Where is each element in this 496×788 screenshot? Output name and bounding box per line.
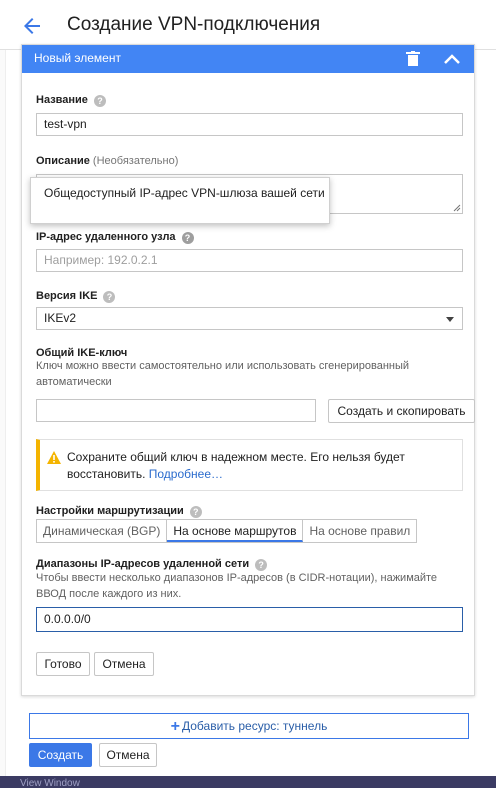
- remote-ranges-input[interactable]: 0.0.0.0/0: [36, 607, 463, 632]
- plus-icon: +: [170, 718, 180, 735]
- routing-label: Настройки маршрутизации?: [36, 505, 202, 518]
- tunnel-panel: Новый элемент Название? test-vpn Описани…: [21, 44, 475, 696]
- help-icon[interactable]: ?: [189, 506, 202, 518]
- add-tunnel-button[interactable]: + Добавить ресурс: туннель: [29, 713, 469, 739]
- top-bar: Создание VPN-подключения: [0, 0, 496, 50]
- ike-version-label: Версия IKE?: [36, 290, 116, 303]
- routing-option-bgp[interactable]: Динамическая (BGP): [37, 520, 168, 542]
- routing-segmented-control: Динамическая (BGP) На основе маршрутов Н…: [36, 519, 418, 543]
- ike-version-select[interactable]: IKEv2: [36, 307, 463, 330]
- generate-copy-button[interactable]: Создать и скопировать: [328, 399, 475, 423]
- remote-ip-input[interactable]: Например: 192.0.2.1: [36, 249, 463, 272]
- warning-icon: [47, 451, 61, 464]
- warning-banner: Сохраните общий ключ в надежном месте. Е…: [36, 439, 463, 491]
- remote-ip-tooltip: Общедоступный IP-адрес VPN-шлюза вашей с…: [30, 177, 330, 224]
- panel-title: Новый элемент: [34, 51, 121, 65]
- name-input[interactable]: test-vpn: [36, 113, 463, 136]
- done-button[interactable]: Готово: [36, 652, 90, 676]
- panel-header[interactable]: Новый элемент: [22, 45, 474, 73]
- routing-option-route-based[interactable]: На основе маршрутов: [167, 520, 304, 542]
- remote-ip-label: IP-адрес удаленного узла?: [36, 231, 194, 244]
- remote-ranges-hint: Чтобы ввести несколько диапазонов IP-адр…: [36, 572, 438, 600]
- trash-icon[interactable]: [406, 51, 420, 67]
- name-label: Название?: [36, 94, 106, 107]
- back-arrow-icon[interactable]: [20, 14, 44, 38]
- taskbar-text: View Window: [20, 778, 80, 788]
- help-icon[interactable]: ?: [181, 232, 194, 244]
- optional-note: (Необязательно): [92, 155, 179, 167]
- routing-option-policy-based[interactable]: На основе правил: [303, 520, 416, 542]
- create-button[interactable]: Создать: [29, 743, 92, 767]
- taskbar: View Window: [0, 776, 496, 788]
- help-icon[interactable]: ?: [93, 95, 106, 107]
- ike-version-value: IKEv2: [44, 311, 77, 325]
- chevron-up-icon[interactable]: [442, 50, 462, 68]
- add-tunnel-label: Добавить ресурс: туннель: [182, 719, 328, 733]
- dropdown-caret-icon: [446, 317, 454, 322]
- shared-key-hint: Ключ можно ввести самостоятельно или исп…: [36, 360, 410, 388]
- shared-key-input[interactable]: [36, 399, 316, 422]
- learn-more-link[interactable]: Подробнее…: [149, 467, 223, 481]
- warning-text: Сохраните общий ключ в надежном месте. Е…: [67, 450, 405, 481]
- cancel-button[interactable]: Отмена: [99, 743, 157, 767]
- description-label: Описание (Необязательно): [36, 155, 179, 167]
- left-gutter: [0, 50, 6, 788]
- panel-cancel-button[interactable]: Отмена: [94, 652, 154, 676]
- resize-handle-icon[interactable]: [453, 204, 461, 212]
- page-title: Создание VPN-подключения: [67, 14, 321, 35]
- help-icon[interactable]: ?: [103, 291, 116, 303]
